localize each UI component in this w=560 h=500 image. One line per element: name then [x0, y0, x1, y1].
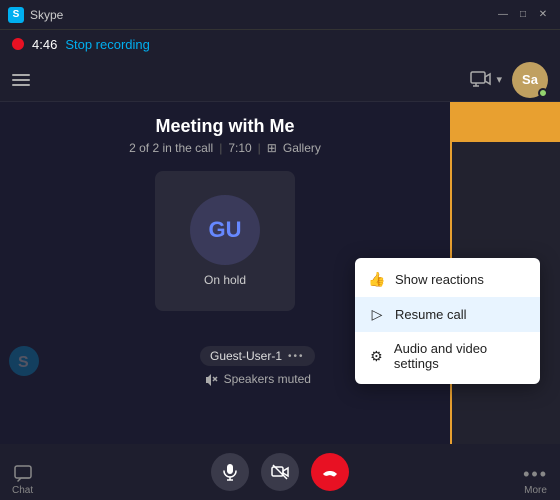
- skype-watermark: S: [8, 345, 40, 382]
- participant-count: 2 of 2 in the call: [129, 141, 213, 155]
- audio-video-settings-label: Audio and video settings: [394, 341, 526, 371]
- show-reactions-item[interactable]: 👍 Show reactions: [355, 262, 540, 297]
- hamburger-menu[interactable]: [12, 74, 30, 86]
- titlebar: S Skype — □ ✕: [0, 0, 560, 30]
- screen-share-icon[interactable]: ▾: [470, 71, 502, 89]
- mic-button[interactable]: [211, 453, 249, 491]
- avatar[interactable]: Sa: [512, 62, 548, 98]
- app-title: Skype: [30, 8, 488, 22]
- call-info: 2 of 2 in the call | 7:10 | ⊞ Gallery: [129, 141, 321, 155]
- center-controls: [211, 453, 349, 491]
- on-hold-label: On hold: [204, 273, 246, 287]
- guest-name: Guest-User-1: [210, 349, 282, 363]
- online-indicator: [538, 88, 548, 98]
- svg-text:S: S: [18, 354, 29, 371]
- more-dots-icon: •••: [523, 465, 548, 483]
- call-area: Meeting with Me 2 of 2 in the call | 7:1…: [0, 102, 560, 444]
- call-duration: 7:10: [228, 141, 251, 155]
- context-menu: 👍 Show reactions ▷ Resume call ⚙ Audio a…: [355, 258, 540, 384]
- more-label: More: [524, 485, 547, 496]
- audio-video-settings-item[interactable]: ⚙ Audio and video settings: [355, 332, 540, 380]
- show-reactions-label: Show reactions: [395, 272, 484, 287]
- recording-indicator: [12, 38, 24, 50]
- settings-icon: ⚙: [369, 348, 384, 365]
- maximize-button[interactable]: □: [514, 6, 532, 24]
- stop-recording-button[interactable]: Stop recording: [65, 37, 150, 52]
- topnav-right: ▾ Sa: [470, 62, 548, 98]
- topnav: ▾ Sa: [0, 58, 560, 102]
- resume-icon: ▷: [369, 306, 385, 323]
- call-title: Meeting with Me: [156, 116, 295, 137]
- speaker-muted-label: Speakers muted: [224, 372, 311, 386]
- side-panel-top: [452, 102, 560, 142]
- close-button[interactable]: ✕: [534, 6, 552, 24]
- reactions-icon: 👍: [369, 271, 385, 288]
- guest-tag: Guest-User-1 •••: [200, 346, 315, 366]
- window-controls: — □ ✕: [494, 6, 552, 24]
- speaker-muted: Speakers muted: [204, 372, 311, 386]
- gallery-label: Gallery: [283, 141, 321, 155]
- user-initials: GU: [209, 217, 242, 243]
- app-icon: S: [8, 7, 24, 23]
- minimize-button[interactable]: —: [494, 6, 512, 24]
- video-button[interactable]: [261, 453, 299, 491]
- recording-time: 4:46: [32, 37, 57, 52]
- guest-info: Guest-User-1 ••• Speakers muted: [200, 346, 315, 386]
- bottom-bar: Chat •••: [0, 444, 560, 500]
- resume-call-item[interactable]: ▷ Resume call: [355, 297, 540, 332]
- hangup-button[interactable]: [311, 453, 349, 491]
- user-tile: GU On hold: [155, 171, 295, 311]
- resume-call-label: Resume call: [395, 307, 467, 322]
- guest-options-dots[interactable]: •••: [288, 351, 305, 362]
- gallery-icon: ⊞: [267, 141, 277, 155]
- chat-label: Chat: [12, 485, 33, 496]
- user-initials-bg: GU: [190, 195, 260, 265]
- recording-bar: 4:46 Stop recording: [0, 30, 560, 58]
- chat-nav-item[interactable]: Chat: [12, 463, 33, 496]
- more-nav-item[interactable]: ••• More: [523, 465, 548, 496]
